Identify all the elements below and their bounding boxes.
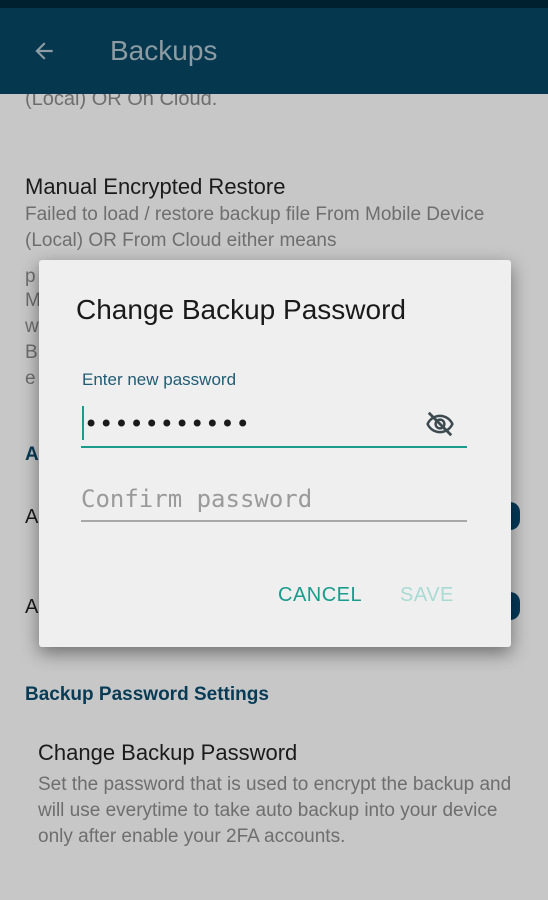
password-visibility-toggle[interactable] <box>421 408 459 440</box>
eye-off-icon <box>426 411 454 437</box>
change-password-dialog: Change Backup Password Enter new passwor… <box>39 260 511 647</box>
confirm-password-field[interactable] <box>81 480 467 522</box>
dialog-title: Change Backup Password <box>76 294 406 325</box>
confirm-password-input[interactable] <box>81 480 467 518</box>
save-button[interactable]: SAVE <box>400 584 454 607</box>
new-password-value: ••••••••••• <box>84 410 251 438</box>
cancel-button[interactable]: CANCEL <box>278 584 362 607</box>
new-password-field[interactable]: ••••••••••• <box>81 402 467 448</box>
new-password-label: Enter new password <box>82 370 237 389</box>
